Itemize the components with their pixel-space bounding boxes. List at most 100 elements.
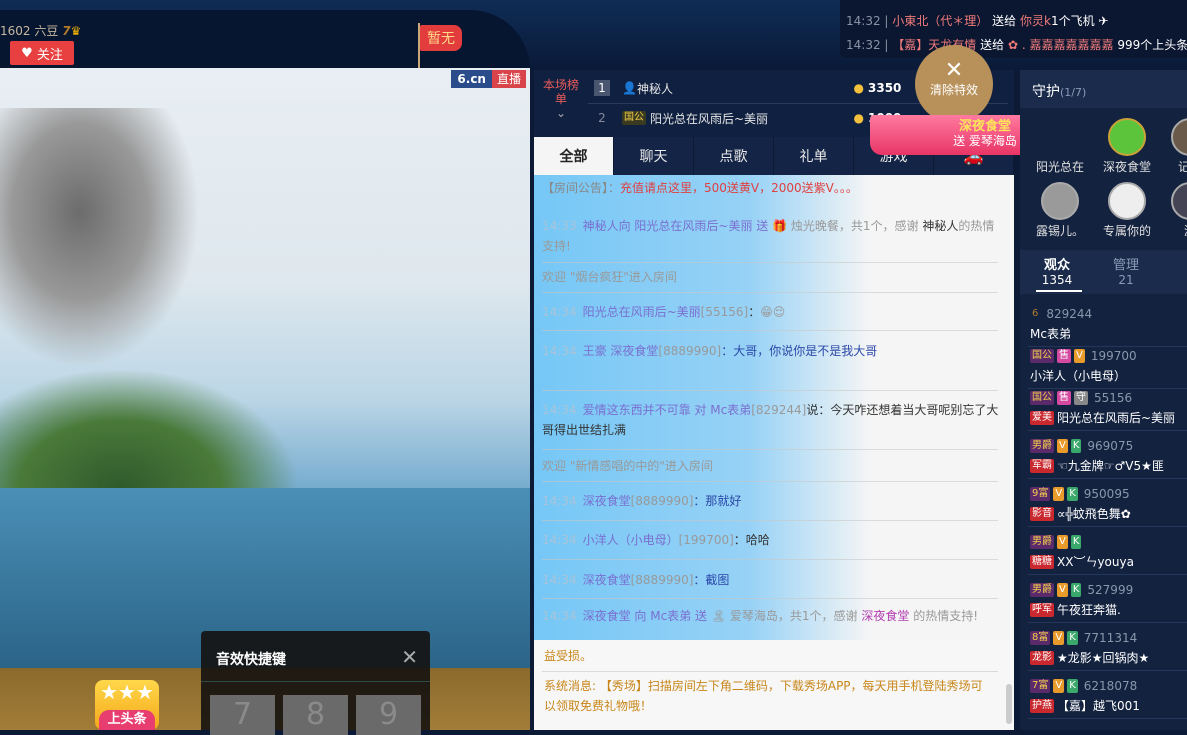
crown-icon: ♛ [70, 24, 82, 38]
guard-title: 守护 [1032, 84, 1060, 100]
msg-user: 小洋人（小电母） [582, 533, 679, 547]
rank-number: 1 [594, 80, 610, 96]
fan-tag: 龙影 [1030, 650, 1054, 665]
tab-audience[interactable]: 观众 1354 [1027, 258, 1087, 288]
divider [542, 262, 998, 263]
welcome-message: 欢迎 "烟台疯狂"进入房间 [542, 270, 677, 284]
sfx-key-9[interactable]: 9 [356, 695, 421, 735]
divider [1028, 718, 1187, 719]
clear-effects-button[interactable]: ✕ 清除特效 [915, 45, 993, 123]
badge: V [1057, 583, 1068, 597]
tab-count: 21 [1118, 273, 1134, 287]
tab-label: 观众 [1043, 258, 1070, 273]
fan-tag: 糖糖 [1030, 554, 1054, 569]
viewer-item[interactable]: 男爵 V K 527999 呼军 午夜狂奔猫. [1030, 582, 1187, 618]
tab-admins[interactable]: 管理 21 [1096, 258, 1156, 288]
viewer-item[interactable]: 男爵 V K 969075 军霸 ☜九金牌☞♂V5★匪 [1030, 438, 1187, 474]
rank-row[interactable]: 1 👤 神秘人 ● 3350 [588, 73, 918, 103]
guard-member[interactable]: 记忆 [1160, 118, 1187, 175]
fan-tag: 爱美 [1030, 410, 1054, 425]
viewer-item[interactable]: 9富 V K 950095 影音 ∝╬蚊飛色舞✿ [1030, 486, 1187, 522]
badge: V [1053, 679, 1065, 693]
msg-text: 烛光晚餐，共1个，感谢 [790, 219, 919, 233]
msg-time: 14:34 [542, 573, 577, 587]
system-messages: 益受损。 系统消息: 【秀场】扫描房间左下角二维码，下载秀场APP，每天用手机登… [534, 640, 1014, 730]
viewer-badges: 8富 V K 7711314 [1030, 630, 1187, 646]
rank-row[interactable]: 2国公阳光总在风雨后~美丽●1000 [588, 103, 918, 133]
clear-effects-label: 清除特效 [929, 83, 978, 97]
viewer-badges: 男爵 V K 527999 [1030, 582, 1187, 598]
msg-time: 14:34 [542, 533, 577, 547]
viewer-item[interactable]: 国公售 V 199700 小洋人（小电母） [1030, 348, 1187, 384]
ticker-from: 小東北（代＊理） [892, 14, 989, 28]
ticker-time: 14:32 [846, 38, 881, 52]
viewer-id: 829244 [1046, 307, 1093, 321]
viewer-item[interactable]: 男爵 V K 糖糖 ХХ︶ㄣyouya [1030, 534, 1187, 570]
badge: V [1057, 535, 1068, 549]
msg-time: 14:34 [542, 403, 577, 417]
divider [201, 681, 430, 682]
badge: 售 [1057, 349, 1071, 363]
viewer-item[interactable]: 国公售守 55156 爱美 阳光总在风雨后~美丽 [1030, 390, 1187, 426]
headline-button[interactable]: ★★★ 上头条 [95, 680, 159, 730]
gift-ticker: 14:32 | 小東北（代＊理） 送给 你灵k1个飞机 ✈ 14:32 | 【嘉… [840, 0, 1187, 58]
tab-all[interactable]: 全部 [534, 137, 614, 175]
chat-message: 14:34 深夜食堂[8889990]：那就好 [542, 491, 1000, 511]
guard-member[interactable]: 专属你的 [1097, 182, 1157, 239]
announcement-text: 充值请点这里，500送黄V，2000送紫V。。。 [620, 181, 858, 195]
badge: V [1053, 487, 1065, 501]
badge: V [1057, 439, 1068, 453]
viewer-name: 阳光总在风雨后~美丽 [1057, 411, 1176, 425]
msg-text: 的热情支持! [913, 609, 979, 623]
msg-user: 爱情这东西并不可靠 对 Mc表弟 [582, 403, 752, 417]
viewer-item[interactable]: 8富 V K 7711314 龙影 ★龙影★回锅肉★ [1030, 630, 1187, 666]
badge: K [1070, 583, 1082, 597]
fan-tag: 军霸 [1030, 458, 1054, 473]
badge: K [1070, 535, 1082, 549]
video-player[interactable]: 6.cn 直播 [0, 68, 530, 668]
sfx-key-8[interactable]: 8 [283, 695, 348, 735]
tab-song-request[interactable]: 点歌 [694, 137, 774, 175]
chat-message: 14:34 王豪 深夜食堂[8889990]：大哥，你说你是不是我大哥 [542, 341, 1000, 361]
viewer-item[interactable]: 6 829244 Mc表弟 [1030, 306, 1187, 342]
msg-user-id: [55156] [700, 305, 749, 319]
anchor-level: 7 [62, 24, 71, 38]
msg-text: ：截图 [693, 573, 730, 587]
tab-chat[interactable]: 聊天 [614, 137, 694, 175]
ticker-gift: 1个飞机 [1050, 14, 1095, 28]
msg-text: ：那就好 [693, 494, 742, 508]
msg-user: 深夜食堂 [582, 494, 631, 508]
viewer-badges: 9富 V K 950095 [1030, 486, 1187, 502]
sfx-key-7[interactable]: 7 [210, 695, 275, 735]
noble-badge: 国公 [622, 111, 646, 125]
rank-toggle[interactable]: 本场榜单 ⌄ [542, 78, 580, 120]
chat-messages[interactable]: 【房间公告】：充值请点这里，500送黄V，2000送紫V。。。 14:33 神秘人… [534, 175, 1014, 640]
guard-name: 专属你的 [1102, 224, 1151, 238]
guard-member[interactable]: 阳光总在 [1030, 118, 1090, 175]
badge: 国公 [1030, 349, 1054, 363]
guard-member[interactable]: 游 [1160, 182, 1187, 239]
viewer-badges: 国公售 V 199700 [1030, 348, 1187, 364]
rank-number: 2 [598, 111, 606, 125]
msg-user: 神秘人 [922, 219, 959, 233]
msg-time: 14:34 [542, 494, 577, 508]
close-icon[interactable]: ✕ [401, 645, 418, 669]
msg-user-id: [829244] [751, 403, 807, 417]
ticker-to: ✿ . 嘉嘉嘉嘉嘉嘉嘉 [1007, 38, 1114, 52]
system-scrollbar[interactable] [1006, 684, 1012, 724]
viewer-badges: 国公售守 55156 [1030, 390, 1187, 406]
msg-text: 爱琴海岛，共1个，感谢 [729, 609, 858, 623]
flag-badge[interactable]: 暂无 [420, 25, 462, 51]
tab-gift-list[interactable]: 礼单 [774, 137, 854, 175]
guard-member[interactable]: 露锡儿。 [1030, 182, 1090, 239]
gift-icon: 🎁 [772, 219, 788, 233]
viewer-name: 小洋人（小电母） [1030, 369, 1127, 383]
follow-button[interactable]: ♥ 关注 [10, 41, 74, 65]
room-announcement[interactable]: 【房间公告】：充值请点这里，500送黄V，2000送紫V。。。 [542, 178, 1000, 198]
guard-name: 记忆 [1177, 160, 1187, 174]
viewer-item[interactable]: 7富 V K 6218078 护燕 【嘉】越飞001 [1030, 678, 1187, 714]
divider [542, 598, 998, 599]
coin-icon: ● [853, 81, 864, 95]
rank-user: 阳光总在风雨后~美丽 [650, 111, 769, 126]
guard-member[interactable]: 深夜食堂 [1097, 118, 1157, 175]
